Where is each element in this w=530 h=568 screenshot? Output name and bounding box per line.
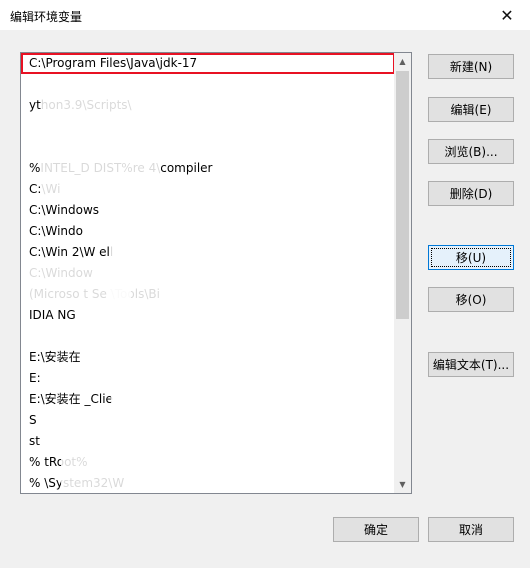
edit-button[interactable]: 编辑(E) xyxy=(428,97,514,122)
scroll-thumb[interactable] xyxy=(396,71,409,319)
browse-button[interactable]: 浏览(B)... xyxy=(428,139,514,164)
path-list[interactable]: C:\Program Files\Java\jdk-17ython3.9\Scr… xyxy=(20,52,412,494)
path-list-item[interactable]: E: xyxy=(21,368,395,389)
cancel-button[interactable]: 取消 xyxy=(428,517,514,542)
redaction-block xyxy=(21,265,131,305)
redaction-block xyxy=(41,93,161,203)
move-down-button[interactable]: 移(O) xyxy=(428,287,514,312)
chevron-up-icon[interactable]: ▲ xyxy=(394,53,411,70)
path-list-item[interactable] xyxy=(21,326,395,347)
close-button[interactable]: ✕ xyxy=(484,0,530,30)
delete-button[interactable]: 删除(D) xyxy=(428,181,514,206)
path-list-item[interactable] xyxy=(21,74,395,95)
vertical-scrollbar[interactable]: ▲ ▼ xyxy=(394,53,411,493)
window-title: 编辑环境变量 xyxy=(10,10,83,24)
path-list-item-selected[interactable]: C:\Program Files\Java\jdk-17 xyxy=(21,53,395,74)
path-list-item[interactable]: E:\安装在 xyxy=(21,347,395,368)
new-button[interactable]: 新建(N) xyxy=(428,54,514,79)
path-list-item[interactable]: IDIA NG xyxy=(21,305,395,326)
path-list-item[interactable]: E:\安装在 _Clie xyxy=(21,389,395,410)
move-up-button[interactable]: 移(U) xyxy=(428,245,514,270)
chevron-down-icon[interactable]: ▼ xyxy=(394,476,411,493)
ok-button[interactable]: 确定 xyxy=(333,517,419,542)
edit-text-button[interactable]: 编辑文本(T)... xyxy=(428,352,514,377)
redaction-block xyxy=(61,413,211,493)
title-bar: 编辑环境变量 ✕ xyxy=(0,0,530,30)
close-icon: ✕ xyxy=(500,5,514,25)
redaction-block xyxy=(201,203,371,283)
edit-env-var-dialog: 编辑环境变量 ✕ C:\Program Files\Java\jdk-17yth… xyxy=(0,0,530,568)
